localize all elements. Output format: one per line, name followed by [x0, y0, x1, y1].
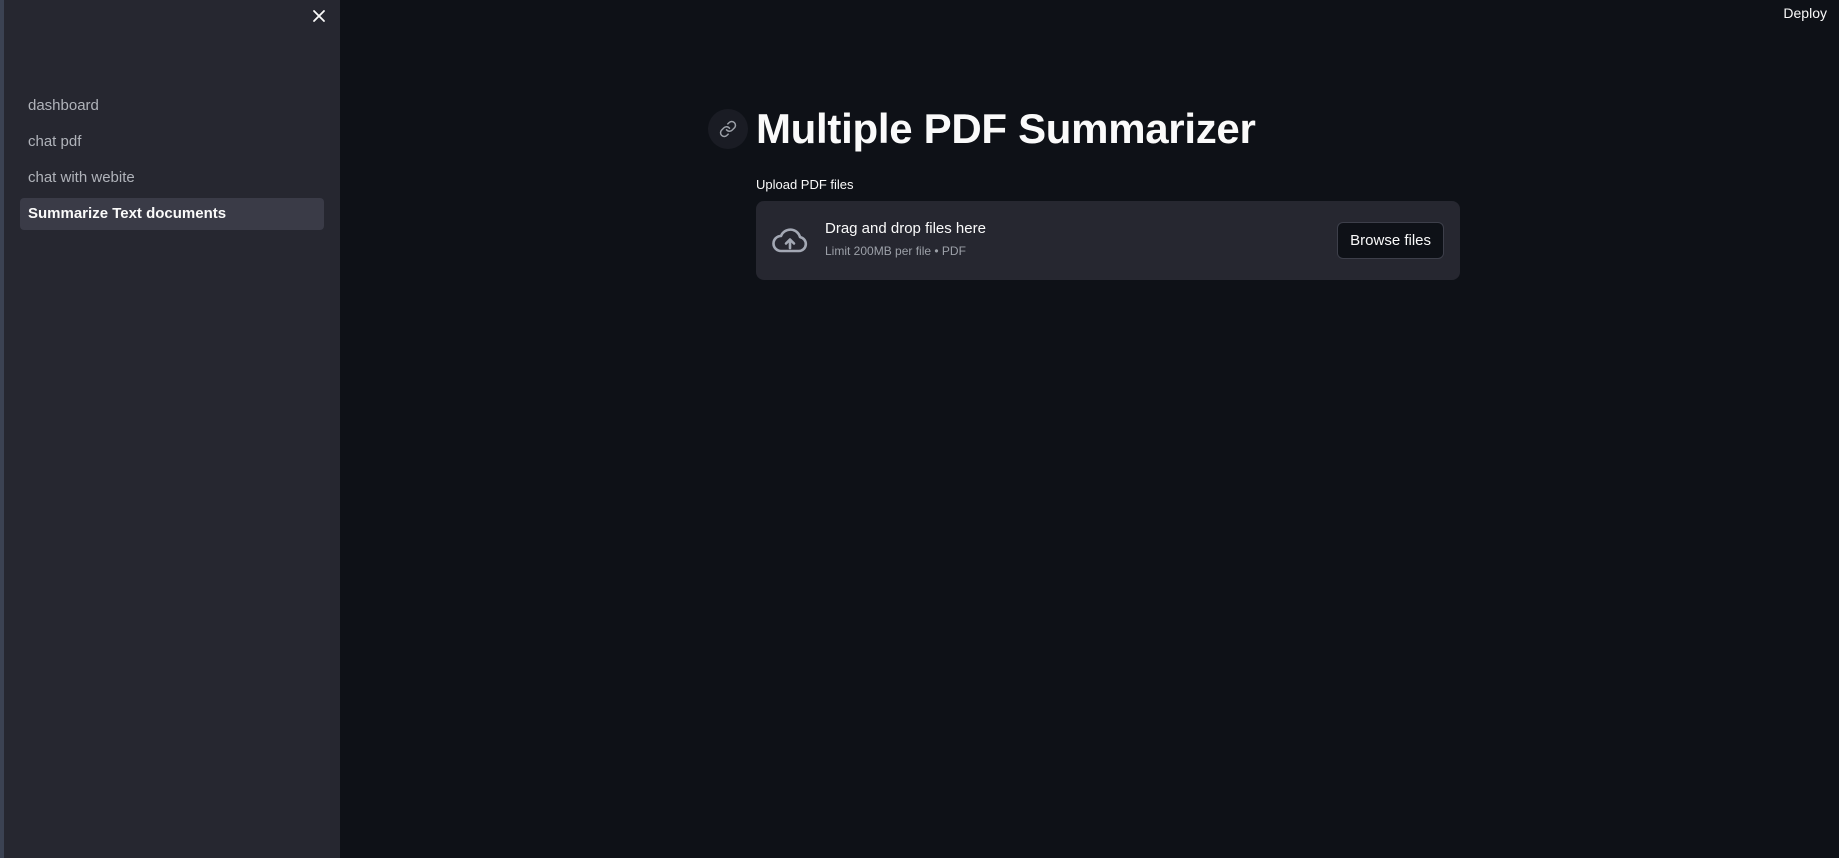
sidebar-item-chat-with-website[interactable]: chat with webite [20, 162, 324, 194]
sidebar-item-chat-pdf[interactable]: chat pdf [20, 126, 324, 158]
sidebar-item-dashboard[interactable]: dashboard [20, 90, 324, 122]
sidebar: dashboard chat pdf chat with webite Summ… [4, 0, 340, 858]
dropzone-text: Drag and drop files here Limit 200MB per… [825, 220, 986, 258]
page-title: Multiple PDF Summarizer [756, 105, 1256, 152]
link-icon [719, 120, 737, 138]
upload-label: Upload PDF files [756, 177, 854, 192]
sidebar-item-summarize-text-documents[interactable]: Summarize Text documents [20, 198, 324, 230]
file-dropzone[interactable]: Drag and drop files here Limit 200MB per… [756, 201, 1460, 280]
cloud-upload-icon [772, 228, 808, 253]
title-row: Multiple PDF Summarizer [708, 105, 1256, 153]
browse-files-button[interactable]: Browse files [1337, 222, 1444, 259]
file-limit-text: Limit 200MB per file • PDF [825, 244, 966, 258]
app-root: dashboard chat pdf chat with webite Summ… [0, 0, 1839, 858]
close-sidebar-button[interactable] [307, 4, 331, 28]
close-icon [313, 10, 325, 22]
deploy-button[interactable]: Deploy [1783, 3, 1827, 23]
title-anchor-link[interactable] [708, 109, 748, 149]
drop-instructions: Drag and drop files here [825, 220, 986, 237]
sidebar-nav: dashboard chat pdf chat with webite Summ… [20, 90, 324, 234]
